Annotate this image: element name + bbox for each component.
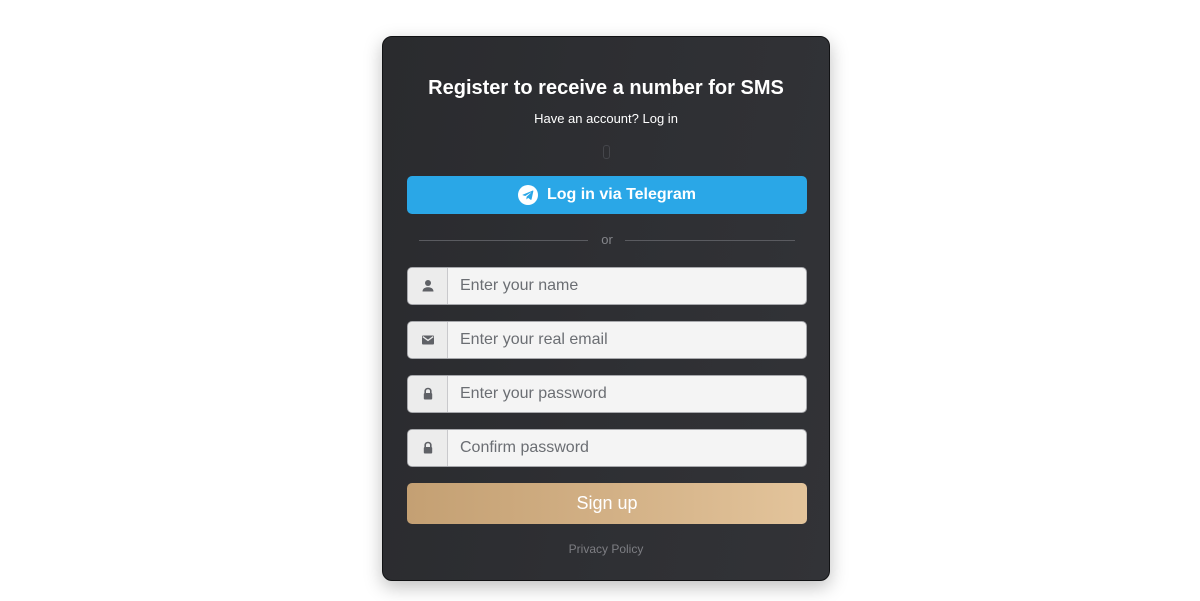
- page: Register to receive a number for SMS Hav…: [0, 0, 1200, 601]
- confirm-password-field: [407, 429, 807, 467]
- empty-widget-frame: [603, 145, 610, 159]
- lock-icon: [423, 441, 432, 454]
- person-icon: [422, 280, 433, 292]
- divider-line-right: [625, 240, 795, 241]
- name-field: [407, 267, 807, 305]
- have-account-text: Have an account?: [534, 111, 639, 126]
- envelope-icon: [421, 335, 434, 345]
- privacy-policy-link[interactable]: Privacy Policy: [383, 542, 829, 556]
- or-divider: or: [419, 231, 795, 251]
- telegram-icon: [517, 185, 538, 205]
- signup-button[interactable]: Sign up: [407, 483, 807, 524]
- password-input[interactable]: [448, 376, 806, 412]
- register-card: Register to receive a number for SMS Hav…: [382, 36, 830, 581]
- telegram-button-label: Log in via Telegram: [546, 186, 697, 203]
- login-link[interactable]: Log in: [643, 111, 678, 126]
- have-account-line: Have an account? Log in: [383, 111, 829, 126]
- email-input[interactable]: [448, 322, 806, 358]
- name-input[interactable]: [448, 268, 806, 304]
- name-field-addon: [408, 268, 448, 304]
- email-field: [407, 321, 807, 359]
- form-title: Register to receive a number for SMS: [428, 77, 784, 99]
- password-field: [407, 375, 807, 413]
- lock-icon: [423, 387, 432, 400]
- telegram-login-button[interactable]: Log in via Telegram: [407, 176, 807, 214]
- confirm-password-input[interactable]: [448, 430, 806, 466]
- email-field-addon: [408, 322, 448, 358]
- password-field-addon: [408, 376, 448, 412]
- confirm-password-field-addon: [408, 430, 448, 466]
